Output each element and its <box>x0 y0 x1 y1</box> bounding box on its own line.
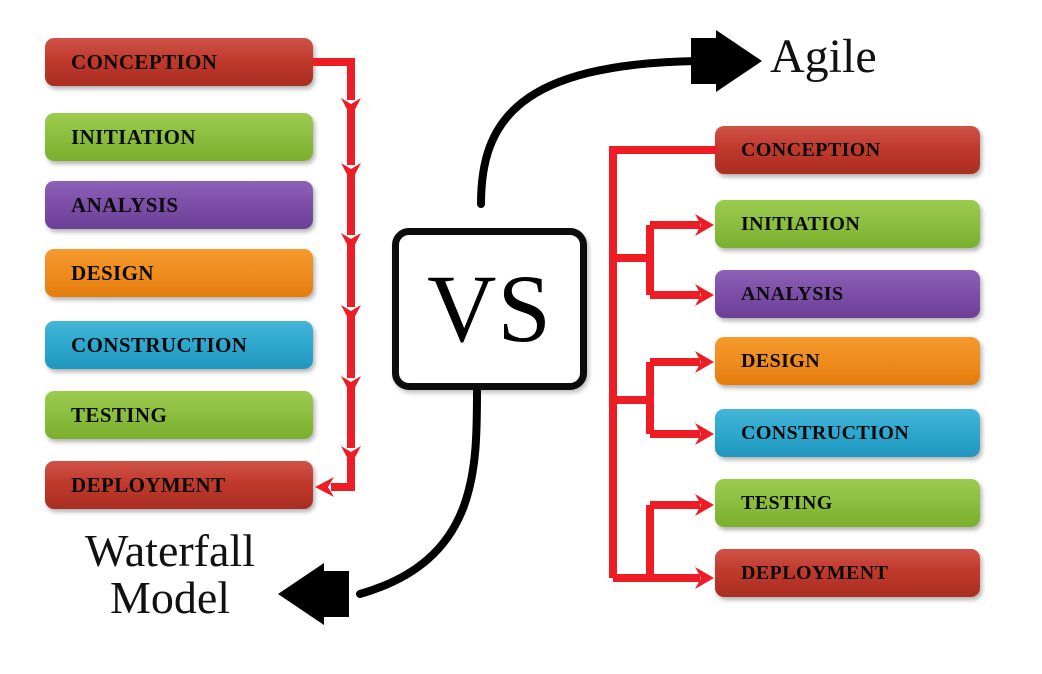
waterfall-stage-design[interactable]: DESIGN <box>45 249 313 297</box>
agile-trunk <box>609 146 717 578</box>
stage-label: DESIGN <box>71 260 154 285</box>
stage-label: DEPLOYMENT <box>741 561 889 584</box>
agile-arrowheads <box>695 214 714 589</box>
arrowhead-right-analysis <box>695 284 714 306</box>
stage-label: CONSTRUCTION <box>741 421 910 444</box>
stage-label: TESTING <box>71 402 168 427</box>
arrowhead-right-design <box>695 351 714 373</box>
waterfall-arrow-segment-6 <box>331 458 355 491</box>
agile-title: Agile <box>770 30 877 83</box>
stage-label: ANALYSIS <box>741 282 844 305</box>
arrowhead-down-1 <box>341 98 361 117</box>
agile-stage-analysis[interactable]: ANALYSIS <box>715 270 980 318</box>
arrowhead-down-5 <box>341 376 361 395</box>
waterfall-stage-analysis[interactable]: ANALYSIS <box>45 181 313 229</box>
stage-label: INITIATION <box>71 124 196 149</box>
vs-to-agile-curve <box>477 57 701 208</box>
arrowhead-right-initiation <box>695 214 714 236</box>
agile-stage-conception[interactable]: CONCEPTION <box>715 126 980 174</box>
stage-label: DESIGN <box>741 349 821 372</box>
agile-stage-construction[interactable]: CONSTRUCTION <box>715 409 980 457</box>
stage-label: CONCEPTION <box>741 138 881 161</box>
waterfall-arrow-segment-0 <box>313 58 355 100</box>
stage-label: DEPLOYMENT <box>71 472 226 497</box>
stage-label: ANALYSIS <box>71 192 179 217</box>
arrowhead-left-deployment <box>315 477 334 497</box>
arrowhead-right-construction <box>695 423 714 445</box>
arrowhead-down-2 <box>341 163 361 182</box>
agile-flow-connectors <box>609 146 717 582</box>
diagram-canvas: CONCEPTION INITIATION ANALYSIS DESIGN CO… <box>0 0 1042 674</box>
arrowhead-down-6 <box>341 446 361 465</box>
arrowhead-down-4 <box>341 305 361 324</box>
waterfall-arrowheads <box>315 98 361 497</box>
arrowhead-right-deployment <box>695 567 714 589</box>
stage-label: CONSTRUCTION <box>71 332 248 357</box>
agile-stage-deployment[interactable]: DEPLOYMENT <box>715 549 980 597</box>
agile-stage-testing[interactable]: TESTING <box>715 479 980 527</box>
waterfall-stage-conception[interactable]: CONCEPTION <box>45 38 313 86</box>
arrowhead-down-3 <box>341 233 361 252</box>
stage-label: INITIATION <box>741 212 861 235</box>
vs-label: VS <box>427 255 552 362</box>
waterfall-model-title: Waterfall Model <box>85 525 255 623</box>
vs-to-agile-arrow <box>477 30 762 208</box>
waterfall-stage-initiation[interactable]: INITIATION <box>45 113 313 161</box>
stage-label: TESTING <box>741 491 833 514</box>
vs-to-agile-arrowhead <box>691 30 762 92</box>
waterfall-stage-construction[interactable]: CONSTRUCTION <box>45 321 313 369</box>
agile-stage-design[interactable]: DESIGN <box>715 337 980 385</box>
vs-to-waterfall-curve <box>356 384 482 598</box>
waterfall-stage-testing[interactable]: TESTING <box>45 391 313 439</box>
arrowhead-right-testing <box>695 494 714 516</box>
waterfall-flow-arrows <box>313 58 355 491</box>
waterfall-stage-deployment[interactable]: DEPLOYMENT <box>45 461 313 509</box>
agile-stage-initiation[interactable]: INITIATION <box>715 200 980 248</box>
vs-badge[interactable]: VS <box>392 228 587 390</box>
stage-label: CONCEPTION <box>71 49 218 74</box>
